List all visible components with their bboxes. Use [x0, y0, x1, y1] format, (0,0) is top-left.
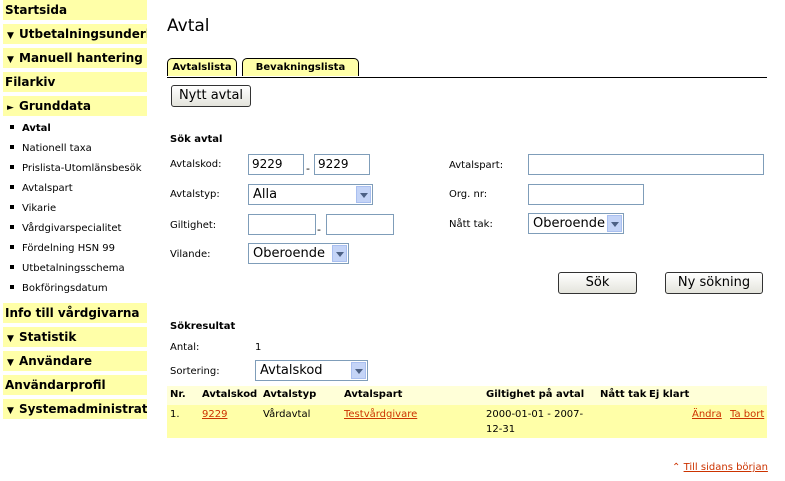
chevron-down-icon — [607, 215, 622, 232]
triangle-down-icon: ▼ — [7, 334, 14, 344]
vilande-select[interactable]: Oberoende — [248, 243, 349, 264]
back-to-top[interactable]: ⌃ Till sidans början — [672, 462, 768, 473]
cell-giltighet-line1: 2000-01-01 - 2007- — [486, 409, 584, 420]
avtalskod-label: Avtalskod: — [170, 159, 222, 170]
cell-nr: 1. — [170, 409, 180, 420]
cell-giltighet-line2: 12-31 — [486, 424, 516, 435]
chevron-down-icon — [351, 362, 366, 379]
double-chevron-up-icon: ⌃ — [672, 462, 681, 473]
bullet-icon — [10, 205, 14, 209]
cell-avtalstyp: Vårdavtal — [263, 409, 311, 420]
col-avtalstyp: Avtalstyp — [263, 389, 317, 400]
sidebar-item-vikarie[interactable]: Vikarie — [10, 202, 56, 216]
edit-link[interactable]: Ändra — [692, 409, 722, 420]
sidebar-item-utbetalningsschema[interactable]: Utbetalningsschema — [10, 262, 125, 276]
giltighet-label: Giltighet: — [170, 220, 217, 231]
page-title: Avtal — [167, 16, 210, 36]
sort-select[interactable]: Avtalskod — [255, 360, 368, 381]
chevron-down-icon — [332, 245, 347, 262]
nav-info-till-vardgivarna[interactable]: Info till vårdgivarna — [3, 303, 147, 323]
nav-statistik[interactable]: ▼ Statistik — [3, 327, 147, 347]
avtalskod-link[interactable]: 9229 — [202, 409, 227, 420]
tab-avtalslista[interactable]: Avtalslista — [167, 58, 237, 76]
new-contract-button[interactable]: Nytt avtal — [171, 85, 251, 107]
triangle-down-icon: ▼ — [7, 358, 14, 368]
antal-value: 1 — [255, 342, 262, 353]
natt-tak-select[interactable]: Oberoende — [528, 213, 624, 234]
sidebar-item-nationell-taxa[interactable]: Nationell taxa — [10, 142, 92, 156]
avtalstyp-select[interactable]: Alla — [248, 184, 373, 205]
col-natt-tak: Nått tak — [600, 389, 647, 400]
avtalspart-link[interactable]: Testvårdgivare — [344, 409, 417, 420]
orgnr-label: Org. nr: — [449, 189, 488, 200]
nav-utbetalningsunderlag[interactable]: ▼Utbetalningsunderlag — [3, 24, 147, 44]
tab-divider — [167, 77, 767, 78]
giltighet-from-input[interactable] — [248, 214, 316, 235]
sidebar-item-prislista[interactable]: Prislista-Utomlänsbesök — [10, 162, 142, 176]
antal-label: Antal: — [170, 342, 200, 353]
col-ej-klart: Ej klart — [649, 389, 690, 400]
avtalskod-from-input[interactable]: 9229 — [248, 154, 304, 175]
nav-startsida[interactable]: Startsida — [3, 0, 147, 20]
range-dash: - — [306, 162, 310, 175]
bullet-icon — [10, 185, 14, 189]
search-heading: Sök avtal — [170, 134, 223, 145]
nav-grunddata[interactable]: ► Grunddata — [3, 96, 147, 116]
new-search-button[interactable]: Ny sökning — [665, 272, 763, 294]
nav-manuell-hantering[interactable]: ▼ Manuell hantering — [3, 48, 147, 68]
results-table-header: Nr. Avtalskod Avtalstyp Avtalspart Gilti… — [167, 386, 767, 405]
orgnr-input[interactable] — [528, 184, 644, 205]
bullet-icon — [10, 145, 14, 149]
bullet-icon — [10, 125, 14, 129]
avtalstyp-label: Avtalstyp: — [170, 189, 220, 200]
sidebar-item-bokforingsdatum[interactable]: Bokföringsdatum — [10, 282, 108, 296]
triangle-down-icon: ▼ — [7, 31, 14, 41]
range-dash: - — [317, 223, 321, 236]
triangle-down-icon: ▼ — [7, 55, 14, 65]
sidebar-item-avtal[interactable]: Avtal — [10, 122, 51, 136]
tab-bevakningslista[interactable]: Bevakningslista — [242, 58, 359, 76]
triangle-down-icon: ▼ — [7, 406, 14, 416]
col-nr: Nr. — [170, 389, 186, 400]
avtalskod-to-input[interactable]: 9229 — [314, 154, 370, 175]
avtalspart-label: Avtalspart: — [449, 160, 504, 171]
nav-anvandare[interactable]: ▼ Användare — [3, 351, 147, 371]
results-heading: Sökresultat — [170, 321, 236, 332]
vilande-label: Vilande: — [170, 249, 211, 260]
back-to-top-link[interactable]: Till sidans början — [684, 462, 768, 473]
bullet-icon — [10, 265, 14, 269]
triangle-right-icon: ► — [7, 103, 14, 113]
avtalspart-input[interactable] — [528, 154, 764, 175]
col-giltighet: Giltighet på avtal — [486, 389, 585, 400]
col-avtalspart: Avtalspart — [344, 389, 403, 400]
nav-systemadministration[interactable]: ▼Systemadministration — [3, 399, 147, 419]
sort-label: Sortering: — [170, 366, 220, 377]
table-row: 1. 9229 Vårdavtal Testvårdgivare 2000-01… — [167, 405, 767, 438]
delete-link[interactable]: Ta bort — [730, 409, 764, 420]
sidebar-item-fordelning[interactable]: Fördelning HSN 99 — [10, 242, 115, 256]
bullet-icon — [10, 245, 14, 249]
search-button[interactable]: Sök — [558, 272, 637, 294]
sidebar-item-avtalspart[interactable]: Avtalspart — [10, 182, 73, 196]
nav-filarkiv[interactable]: Filarkiv — [3, 72, 147, 92]
natt-tak-label: Nått tak: — [449, 219, 493, 230]
bullet-icon — [10, 165, 14, 169]
chevron-down-icon — [356, 186, 371, 203]
nav-anvandarprofil[interactable]: Användarprofil — [3, 375, 147, 395]
bullet-icon — [10, 285, 14, 289]
sidebar-item-vardgivarspecialitet[interactable]: Vårdgivarspecialitet — [10, 222, 121, 236]
col-avtalskod: Avtalskod — [202, 389, 258, 400]
bullet-icon — [10, 225, 14, 229]
giltighet-to-input[interactable] — [326, 214, 394, 235]
